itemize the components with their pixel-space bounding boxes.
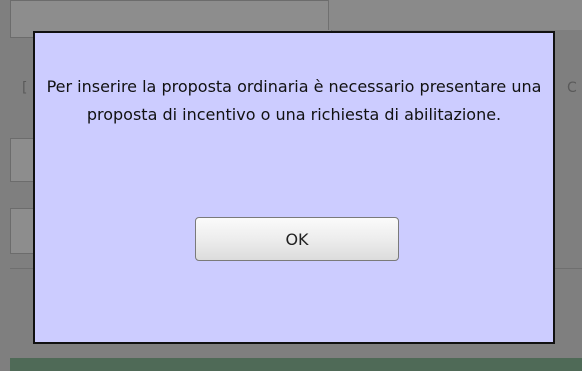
alert-dialog: Per inserire la proposta ordinaria è nec…: [33, 31, 555, 344]
background-partial-text-left: [: [22, 80, 28, 96]
background-footer-bar: [10, 358, 582, 371]
dialog-message: Per inserire la proposta ordinaria è nec…: [46, 77, 542, 124]
ok-button[interactable]: OK: [195, 217, 399, 261]
background-partial-text-right: C: [567, 80, 577, 96]
background-header-cell: [328, 0, 582, 30]
